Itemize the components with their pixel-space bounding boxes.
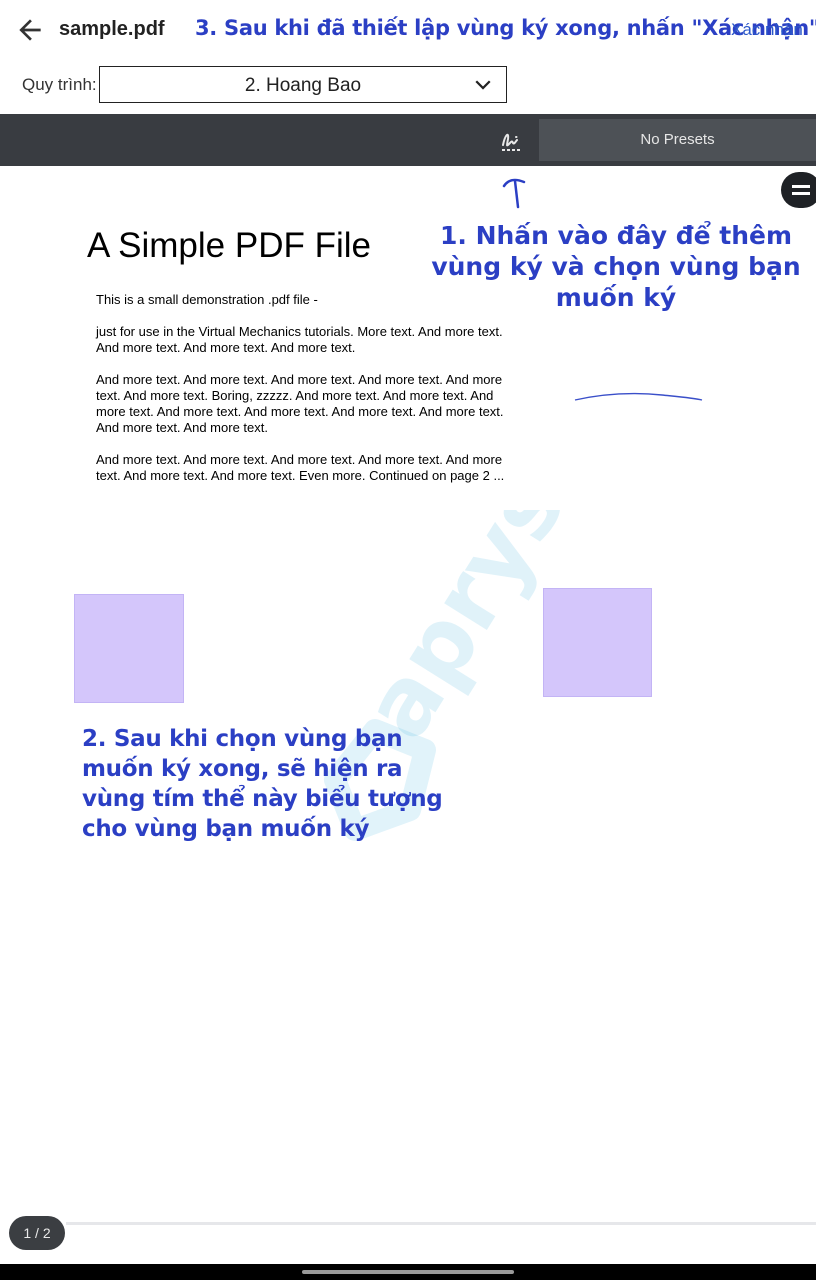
system-navigation-bar [0, 1264, 816, 1280]
document-paragraph: just for use in the Virtual Mechanics tu… [96, 324, 503, 355]
signature-tool-icon[interactable] [497, 127, 527, 155]
back-arrow-icon[interactable] [14, 14, 46, 46]
page-indicator[interactable]: 1 / 2 [9, 1216, 65, 1250]
workflow-dropdown[interactable]: 2. Hoang Bao [99, 66, 507, 103]
document-paragraph: And more text. And more text. And more t… [96, 372, 504, 435]
confirm-button[interactable]: Xác nhận [731, 20, 803, 40]
workflow-selected-value: 2. Hoang Bao [244, 75, 362, 96]
signature-field[interactable] [543, 588, 652, 697]
watermark-text: apryse [343, 510, 570, 757]
menu-icon [792, 185, 810, 195]
presets-button[interactable]: No Presets [539, 119, 816, 161]
top-app-bar: sample.pdf 3. Sau khi đã thiết lập vùng … [0, 0, 816, 60]
page-divider [66, 1222, 816, 1225]
home-handle[interactable] [302, 1270, 514, 1274]
arrow-up-annotation-icon [502, 178, 526, 209]
signature-field[interactable] [74, 594, 184, 703]
step3-annotation: 3. Sau khi đã thiết lập vùng ký xong, nh… [195, 16, 816, 40]
chevron-down-icon [475, 80, 491, 90]
document-paragraph: And more text. And more text. And more t… [96, 452, 505, 483]
workflow-label: Quy trình: [22, 75, 97, 94]
step2-annotation: 2. Sau khi chọn vùng bạn muốn ký xong, s… [82, 726, 443, 842]
document-paragraph: This is a small demonstration .pdf file … [96, 292, 318, 307]
ink-signature-stroke [574, 392, 703, 401]
file-title: sample.pdf [59, 18, 165, 40]
side-panel-toggle[interactable] [781, 172, 816, 208]
annotation-toolbar: No Presets [0, 114, 816, 166]
document-title: A Simple PDF File [87, 226, 371, 265]
